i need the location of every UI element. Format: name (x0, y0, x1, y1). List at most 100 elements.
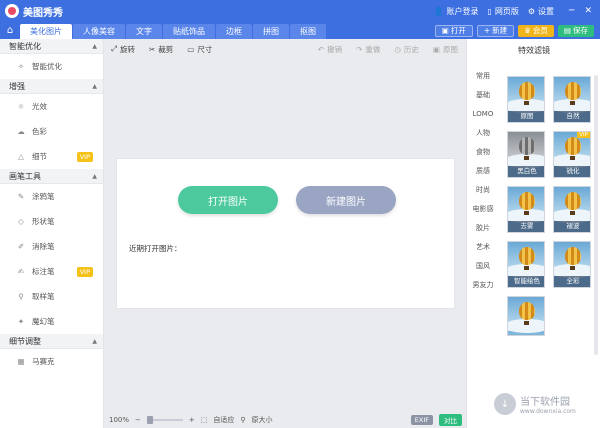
image-icon: ▣ (441, 26, 449, 35)
fit-button[interactable]: 自适应 (213, 415, 234, 425)
fit-icon: ⬚ (200, 416, 208, 424)
tab-text[interactable]: 文字 (126, 24, 162, 39)
size-button[interactable]: ▭ 尺寸 (187, 44, 212, 55)
filter-scrollbar[interactable] (594, 75, 598, 355)
balloon-image (519, 192, 535, 210)
balloon-image (565, 192, 581, 210)
redo-icon: ↷ (356, 44, 363, 54)
category-item[interactable]: 食物 (467, 142, 499, 161)
sidebar-item-eraser[interactable]: ✐ 消除笔 (0, 234, 103, 259)
filter-label: 褪波 (554, 221, 590, 232)
sidebar-item-light[interactable]: ☼ 光效 (0, 94, 103, 119)
minimize-button[interactable]: ─ (569, 6, 574, 16)
exif-button[interactable]: EXIF (410, 415, 433, 425)
filter-thumb[interactable]: 智能绘色 (507, 241, 545, 288)
sidebar-item-mosaic[interactable]: ▦ 马赛克 (0, 349, 103, 374)
new-button[interactable]: + 新建 (476, 24, 515, 37)
dropper-icon: ⚲ (18, 292, 24, 301)
close-button[interactable]: ✕ (584, 6, 592, 16)
save-button[interactable]: ▤ 保存 (557, 24, 594, 37)
sidebar-item-label: 涂鸦笔 (32, 192, 55, 201)
sidebar-item-shape[interactable]: ◇ 形状笔 (0, 209, 103, 234)
filter-thumb[interactable]: VIP 锐化 (553, 131, 591, 178)
category-item[interactable]: 艺术 (467, 237, 499, 256)
vip-button[interactable]: ♛ 会员 (518, 24, 554, 37)
zoom-slider[interactable] (146, 416, 183, 424)
filter-thumb[interactable]: 原图 (507, 76, 545, 123)
sidebar-item-smart-optimize[interactable]: ✧ 智能优化 (0, 54, 103, 79)
home-icon[interactable]: ⌂ (0, 22, 20, 39)
sidebar-item-magic[interactable]: ✦ 魔幻笔 (0, 309, 103, 334)
filter-label: 智能绘色 (508, 276, 544, 287)
filter-thumb[interactable]: 黑白色 (507, 131, 545, 178)
filter-label: 自然 (554, 111, 590, 122)
cloud-icon: ☁ (17, 127, 25, 136)
filter-thumb[interactable]: 全彩 (553, 241, 591, 288)
category-item[interactable]: 时尚 (467, 180, 499, 199)
tab-collage[interactable]: 拼图 (253, 24, 289, 39)
eraser-icon: ✐ (17, 242, 25, 251)
category-item[interactable]: 男友力 (467, 275, 499, 294)
category-item[interactable]: 质感 (467, 161, 499, 180)
save-label: 保存 (573, 26, 588, 35)
category-item[interactable]: 基础 (467, 85, 499, 104)
section-brush-tools[interactable]: 画笔工具 ▲ (0, 169, 103, 184)
history-button[interactable]: ◷ 历史 (394, 44, 419, 55)
new-image-button[interactable]: 新建图片 (296, 186, 396, 214)
section-smart-optimize[interactable]: 智能优化 ▲ (0, 39, 103, 54)
web-version-button[interactable]: ▯ 网页版 (487, 6, 518, 17)
image-icon: ▣ (432, 44, 440, 54)
section-title: 细节调整 (9, 336, 41, 346)
open-image-button[interactable]: 打开图片 (178, 186, 278, 214)
sidebar-item-color[interactable]: ☁ 色彩 (0, 119, 103, 144)
filter-label: 黑白色 (508, 166, 544, 177)
category-item[interactable]: 常用 (467, 66, 499, 85)
chevron-up-icon: ▲ (92, 82, 97, 90)
section-enhance[interactable]: 增强 ▲ (0, 79, 103, 94)
redo-button[interactable]: ↷ 重做 (356, 44, 380, 55)
tab-stickers[interactable]: 贴纸饰品 (163, 24, 215, 39)
resize-icon: ▭ (187, 44, 195, 54)
status-bar: 100% − + ⬚ 自适应 ⚲ 原大小 EXIF 对比 (104, 412, 466, 428)
filter-thumb[interactable]: 褪波 (553, 186, 591, 233)
sidebar-item-annotate[interactable]: ✍ 标注笔 VIP (0, 259, 103, 284)
shape-icon: ◇ (18, 217, 24, 226)
category-item[interactable]: 国风 (467, 256, 499, 275)
settings-button[interactable]: ⚙ 设置 (528, 6, 554, 17)
filter-label: 去雾 (508, 221, 544, 232)
sidebar-item-detail[interactable]: △ 细节 VIP (0, 144, 103, 169)
original-label: 原图 (443, 44, 458, 54)
filter-panel: 特效滤镜 常用 基础 LOMO 人物 食物 质感 时尚 电影感 胶片 艺术 国风… (466, 39, 600, 428)
category-item[interactable]: LOMO (467, 104, 499, 123)
filter-label: 锐化 (554, 166, 590, 177)
account-label: 账户登录 (446, 6, 479, 16)
zoom-slider-handle[interactable] (146, 416, 153, 424)
rotate-button[interactable]: ⤢ 旋转 (111, 44, 135, 55)
account-login-button[interactable]: 👤 账户登录 (433, 6, 478, 17)
original-button[interactable]: ▣ 原图 (433, 44, 458, 55)
actual-size-button[interactable]: 原大小 (252, 415, 273, 425)
category-item[interactable]: 胶片 (467, 218, 499, 237)
sidebar-item-label: 取样笔 (32, 292, 55, 301)
sidebar-item-doodle[interactable]: ✎ 涂鸦笔 (0, 184, 103, 209)
sidebar-item-sampler[interactable]: ⚲ 取样笔 (0, 284, 103, 309)
scissors-icon: ✂ (149, 44, 156, 54)
tab-portrait[interactable]: 人像美容 (73, 24, 125, 39)
category-item[interactable]: 人物 (467, 123, 499, 142)
filter-thumb[interactable]: 去雾 (507, 186, 545, 233)
crop-button[interactable]: ✂ 裁剪 (149, 44, 173, 55)
undo-button[interactable]: ↶ 撤销 (318, 44, 342, 55)
tab-cutout[interactable]: 抠图 (290, 24, 326, 39)
undo-icon: ↶ (317, 44, 325, 54)
tab-beautify[interactable]: 美化图片 (20, 24, 72, 39)
zoom-in-button[interactable]: + (189, 416, 195, 424)
section-detail-adjust[interactable]: 细节调整 ▲ (0, 334, 103, 349)
open-button[interactable]: ▣ 打开 (434, 24, 473, 37)
sidebar-item-label: 色彩 (32, 127, 47, 136)
tab-border[interactable]: 边框 (216, 24, 252, 39)
zoom-out-button[interactable]: − (135, 416, 141, 424)
category-item[interactable]: 电影感 (467, 199, 499, 218)
compare-button[interactable]: 对比 (439, 414, 462, 426)
filter-thumb[interactable]: 自然 (553, 76, 591, 123)
filter-thumb[interactable] (507, 296, 545, 336)
